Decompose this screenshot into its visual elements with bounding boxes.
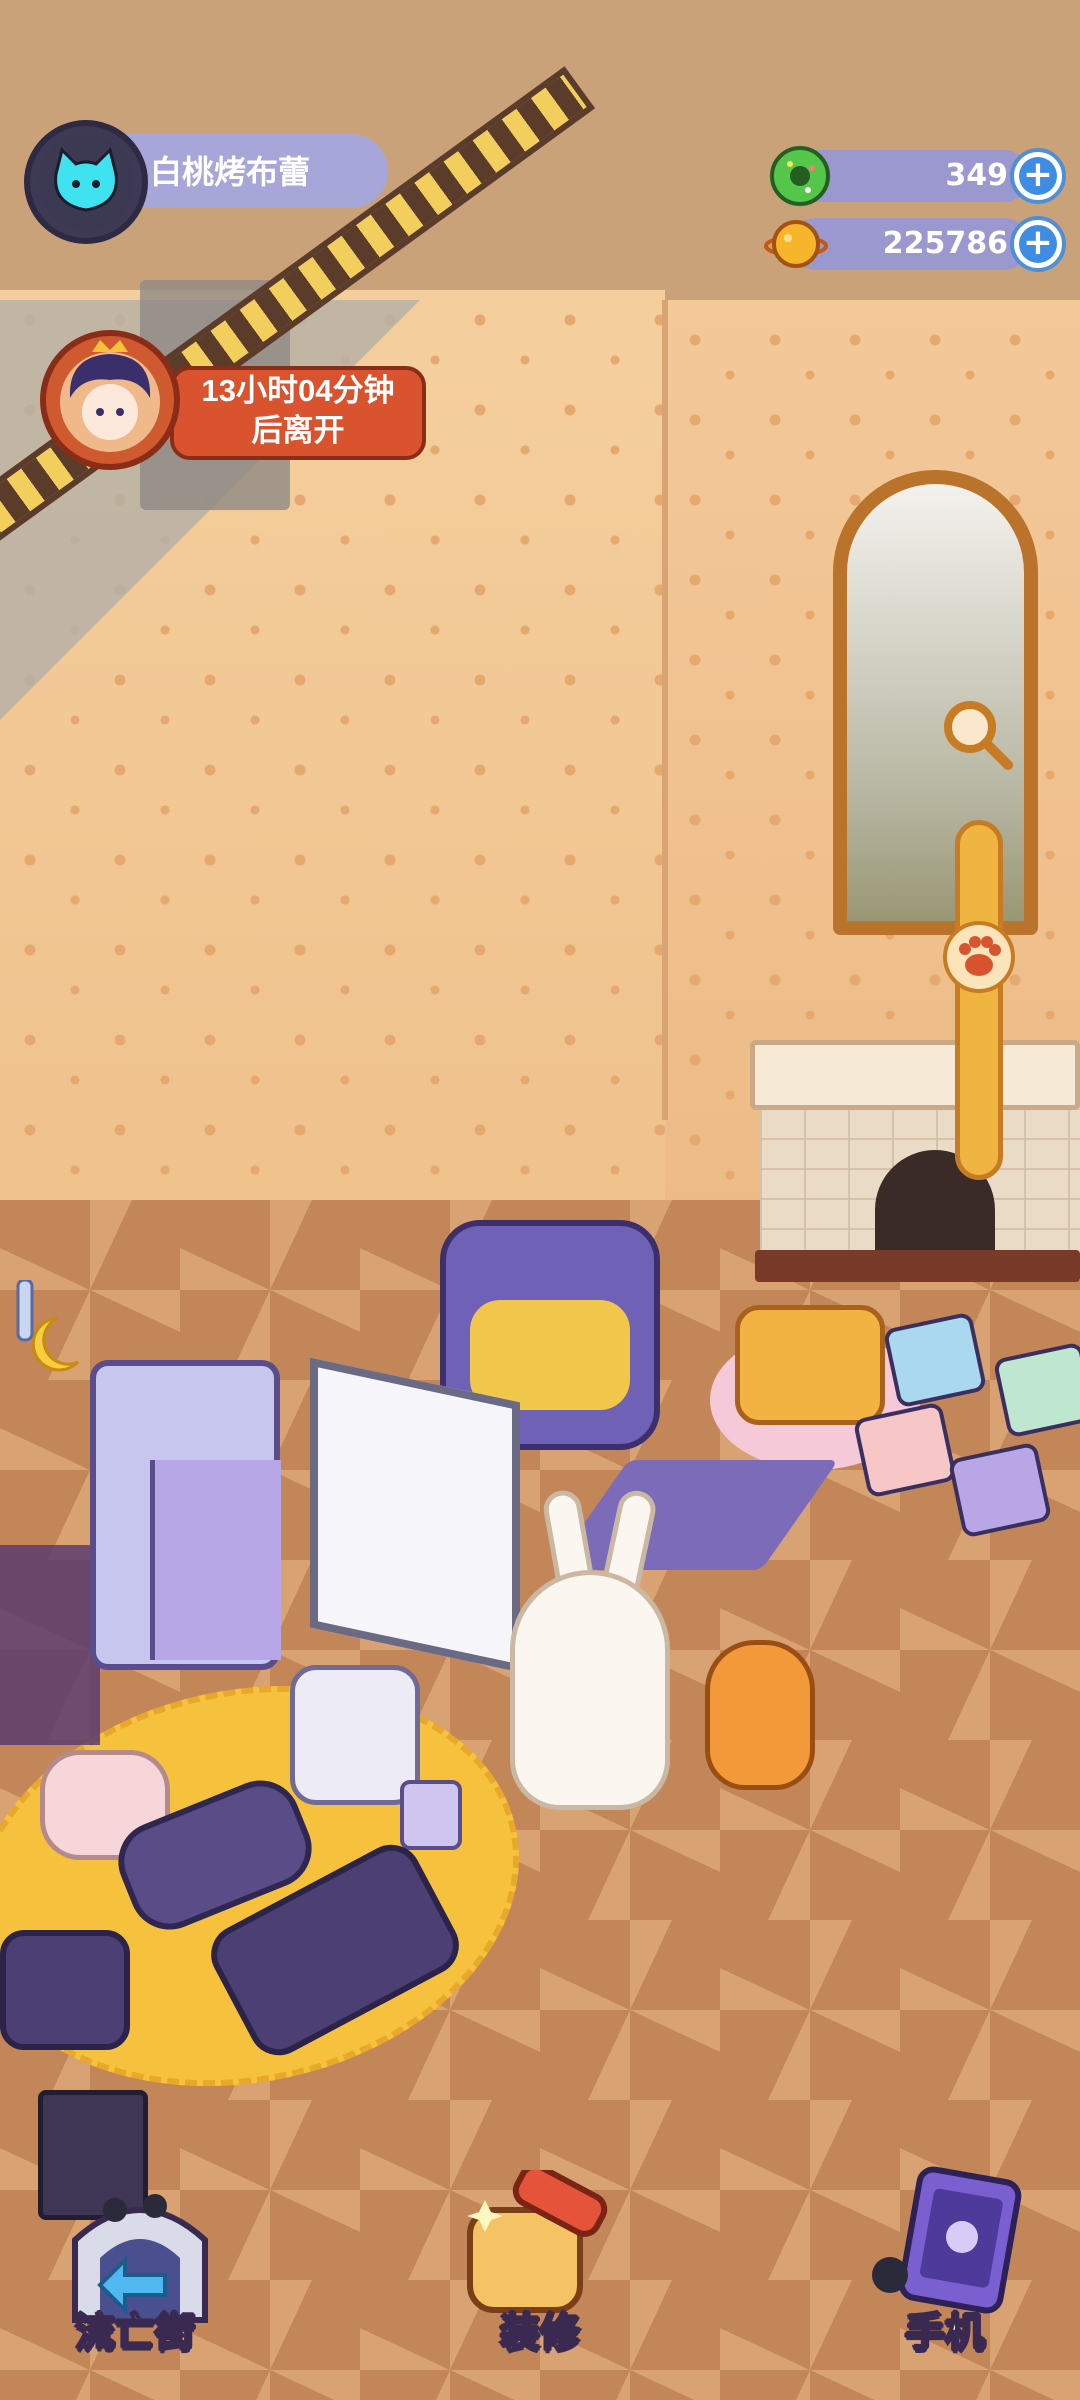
decorate-label: 装修 bbox=[499, 2309, 581, 2357]
planet-coin-icon bbox=[764, 220, 828, 268]
visitor-time-left: 13小时04分钟 bbox=[201, 373, 395, 408]
moon-lamp[interactable] bbox=[10, 1280, 90, 1380]
phone-label: 手机 bbox=[904, 2309, 986, 2357]
cat-face-icon bbox=[38, 134, 134, 230]
visitor-character-icon bbox=[60, 340, 160, 452]
bookshelf[interactable] bbox=[0, 1545, 100, 1745]
fireplace-base bbox=[755, 1250, 1080, 1282]
add-donut-button[interactable]: + bbox=[1010, 148, 1066, 204]
bunny-plush[interactable] bbox=[510, 1570, 670, 1810]
exile-street-label: 流亡街 bbox=[74, 2309, 196, 2357]
yellow-armchair[interactable] bbox=[735, 1305, 885, 1425]
crib-mattress bbox=[470, 1300, 630, 1410]
fridge-door bbox=[150, 1460, 281, 1660]
player-name: 白桃烤布蕾 bbox=[150, 153, 311, 191]
wall-corner bbox=[662, 300, 668, 1120]
paw-icon[interactable] bbox=[943, 920, 1015, 993]
orange-cat[interactable] bbox=[705, 1640, 815, 1790]
visitor-avatar[interactable] bbox=[40, 330, 180, 470]
fireplace-mantel bbox=[750, 1040, 1080, 1110]
green-donut-icon bbox=[770, 146, 830, 206]
trash-bin[interactable] bbox=[400, 1780, 462, 1850]
decorate-brush-icon bbox=[467, 2163, 608, 2313]
plus-icon: + bbox=[1019, 157, 1057, 195]
coin-count: 225786 bbox=[882, 226, 1008, 261]
purple-armchair[interactable] bbox=[0, 1930, 130, 2050]
plus-icon: + bbox=[1019, 225, 1057, 263]
zoom-slider[interactable] bbox=[955, 820, 1003, 1180]
donut-count: 349 bbox=[945, 158, 1008, 193]
phone-icon bbox=[872, 2166, 1022, 2314]
magnifier-icon[interactable] bbox=[938, 695, 1018, 775]
drawing-easel[interactable] bbox=[310, 1357, 520, 1673]
visitor-leave-label: 后离开 bbox=[251, 413, 345, 448]
add-coin-button[interactable]: + bbox=[1010, 216, 1066, 272]
